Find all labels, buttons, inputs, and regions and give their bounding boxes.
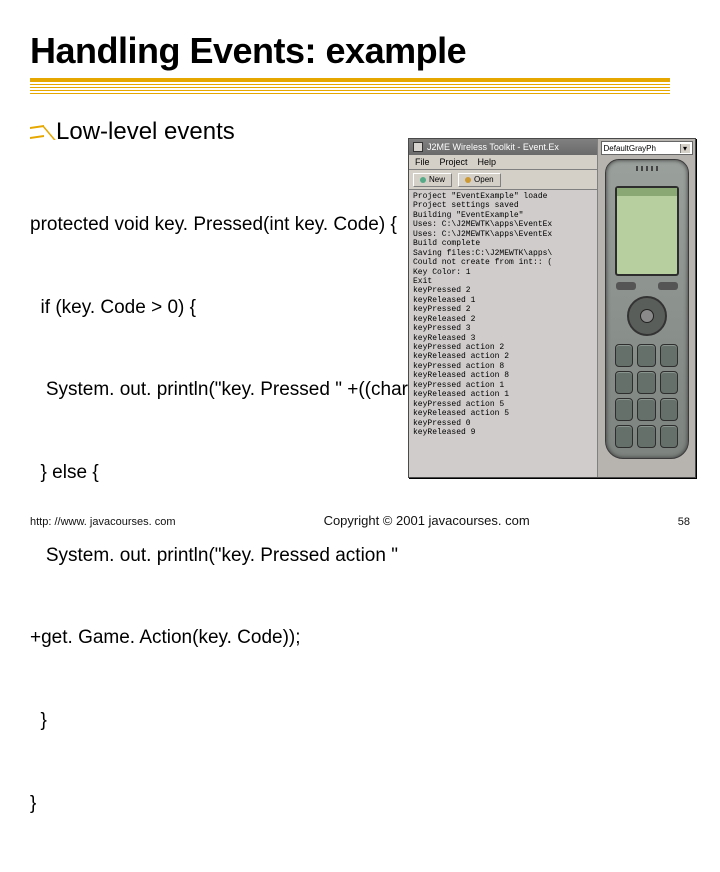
footer-page-number: 58 <box>678 516 690 528</box>
key[interactable] <box>637 371 656 394</box>
emulator-title: J2ME Wireless Toolkit - Event.Ex <box>427 142 559 152</box>
keypad <box>615 344 679 448</box>
key[interactable] <box>660 398 679 421</box>
key[interactable] <box>637 425 656 448</box>
code-line: } else { <box>30 459 400 487</box>
emulator-window: J2ME Wireless Toolkit - Event.Ex File Pr… <box>408 138 696 478</box>
emulator-device-panel: DefaultGrayPh ▾ <box>597 139 695 477</box>
new-button[interactable]: New <box>413 173 452 187</box>
code-line: } <box>30 790 400 818</box>
softkey-right[interactable] <box>658 282 678 290</box>
key[interactable] <box>615 425 634 448</box>
code-line: } <box>30 707 400 735</box>
key[interactable] <box>660 425 679 448</box>
dpad[interactable] <box>627 296 667 336</box>
console-output: Project "EventExample" loade Project set… <box>409 190 597 477</box>
z-bullet-icon <box>30 124 46 140</box>
open-button[interactable]: Open <box>458 173 501 187</box>
emulator-toolbar: New Open <box>409 170 597 190</box>
key[interactable] <box>637 398 656 421</box>
title-underline <box>30 78 670 94</box>
menu-project[interactable]: Project <box>440 157 468 167</box>
menu-help[interactable]: Help <box>478 157 497 167</box>
key[interactable] <box>637 344 656 367</box>
emulator-menubar: File Project Help <box>409 155 597 170</box>
emulator-titlebar: J2ME Wireless Toolkit - Event.Ex <box>409 139 597 155</box>
device-select-value: DefaultGrayPh <box>604 144 656 153</box>
device-select[interactable]: DefaultGrayPh ▾ <box>601 141 693 155</box>
menu-file[interactable]: File <box>415 157 430 167</box>
footer-copyright: Copyright © 2001 javacourses. com <box>176 513 678 528</box>
softkey-left[interactable] <box>616 282 636 290</box>
app-icon <box>413 142 423 152</box>
key[interactable] <box>615 344 634 367</box>
code-line: System. out. println("key. Pressed actio… <box>30 542 400 570</box>
slide-footer: http: //www. javacourses. com Copyright … <box>30 513 690 528</box>
footer-url: http: //www. javacourses. com <box>30 516 176 528</box>
bullet-text: Low-level events <box>56 118 235 146</box>
code-line: protected void key. Pressed(int key. Cod… <box>30 211 400 239</box>
key[interactable] <box>660 371 679 394</box>
phone-mockup <box>605 159 689 459</box>
key[interactable] <box>660 344 679 367</box>
code-line: System. out. println("key. Pressed " +((… <box>30 376 400 404</box>
chevron-down-icon: ▾ <box>680 144 690 153</box>
code-line: if (key. Code > 0) { <box>30 294 400 322</box>
key[interactable] <box>615 371 634 394</box>
slide-title: Handling Events: example <box>30 30 690 72</box>
key[interactable] <box>615 398 634 421</box>
phone-screen <box>615 186 679 276</box>
code-line: +get. Game. Action(key. Code)); <box>30 624 400 652</box>
